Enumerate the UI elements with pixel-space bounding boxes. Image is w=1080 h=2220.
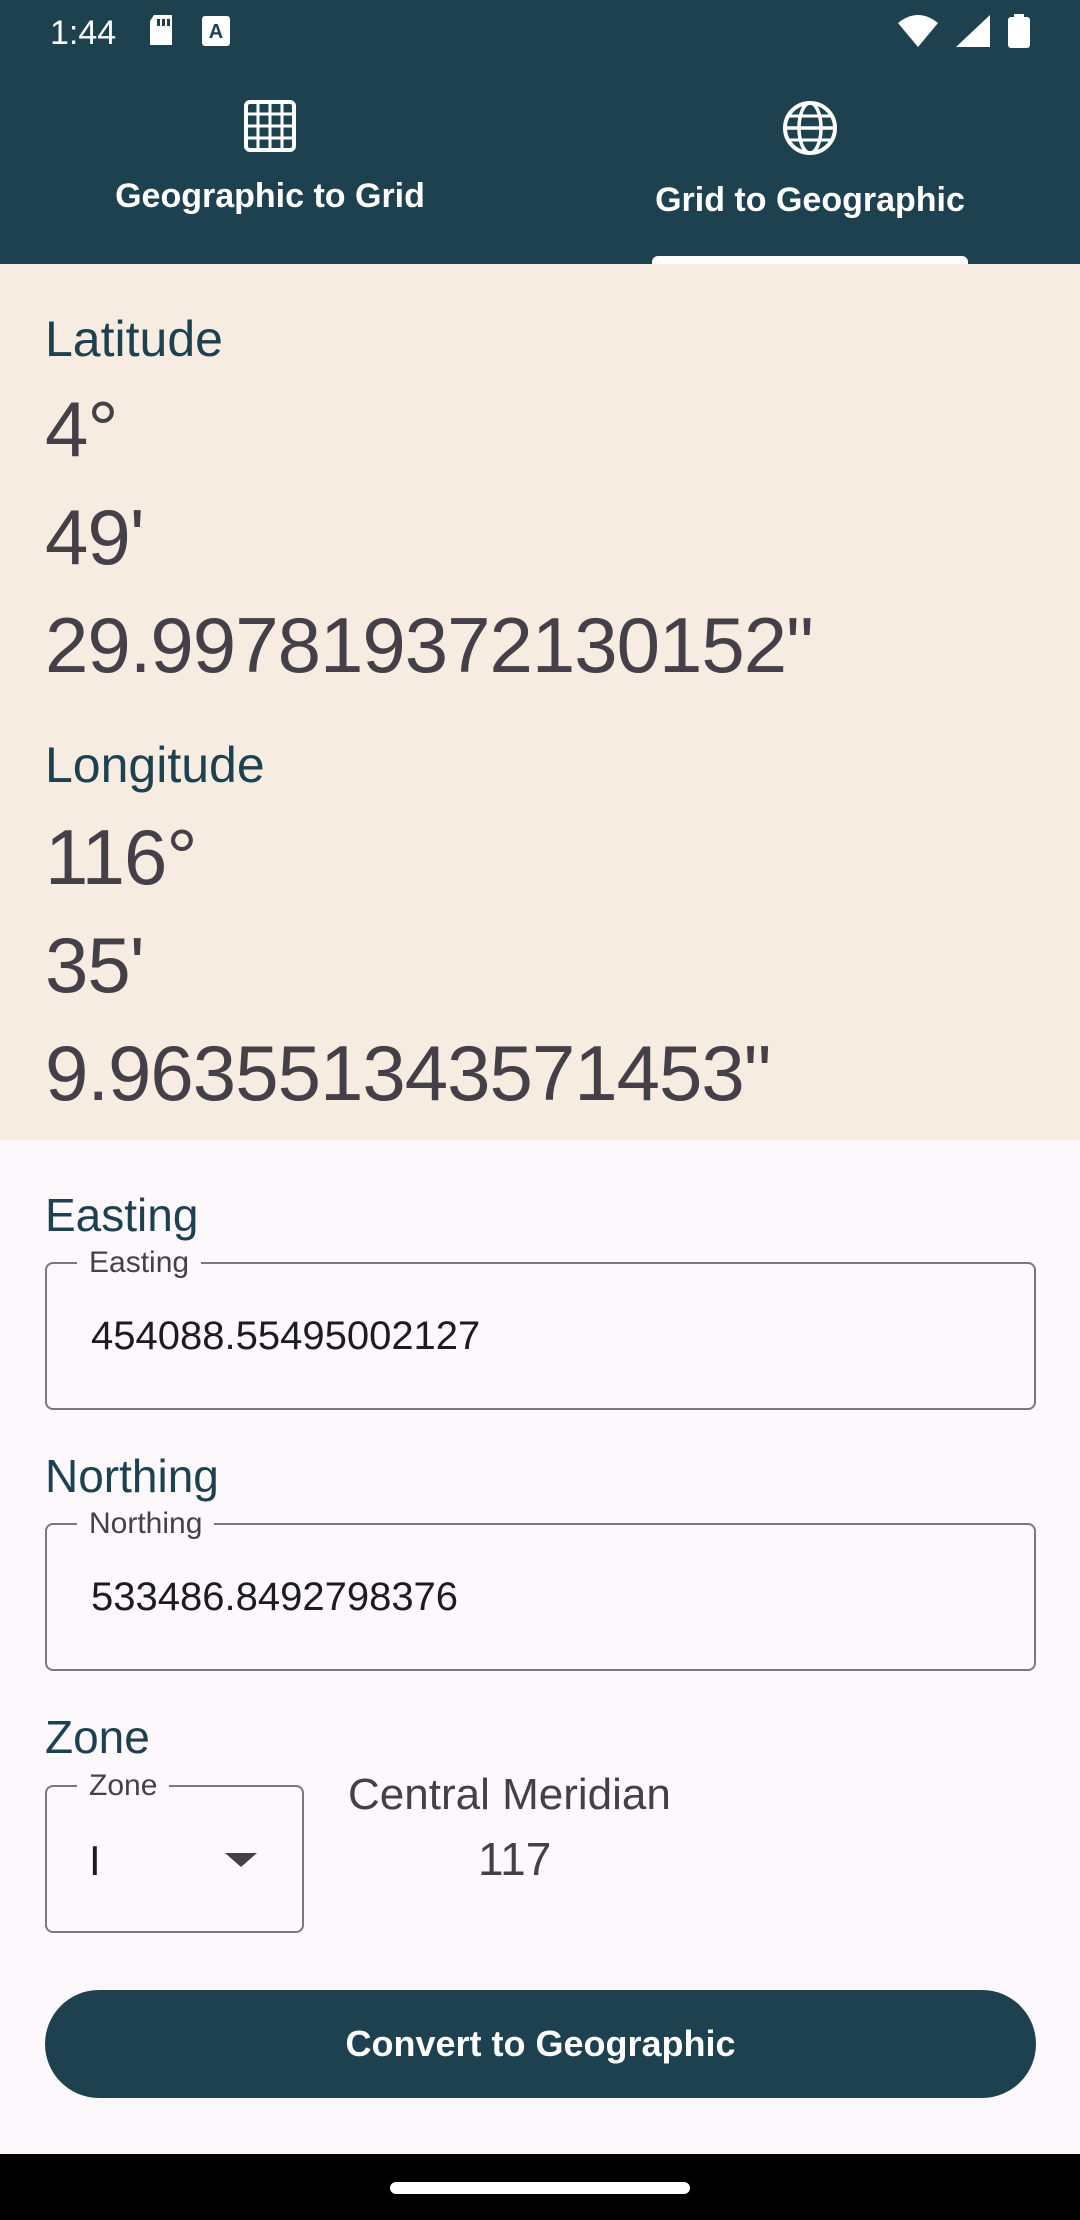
northing-field-label: Northing: [77, 1507, 215, 1541]
latitude-seconds: 29.997819372130152": [45, 601, 814, 689]
central-meridian-label: Central Meridian: [348, 1770, 671, 1819]
selected-tab-indicator: [652, 256, 968, 264]
status-time: 1:44: [50, 13, 117, 52]
dropdown-arrow-icon: [225, 1853, 257, 1867]
zone-field-label: Zone: [77, 1769, 170, 1803]
easting-section-label: Easting: [45, 1189, 199, 1241]
easting-field-label: Easting: [77, 1246, 202, 1280]
zone-dropdown[interactable]: Zone I: [45, 1769, 304, 1933]
text-a-icon: A: [202, 15, 231, 51]
easting-value: 454088.55495002127: [91, 1314, 481, 1358]
northing-value: 533486.8492798376: [91, 1575, 459, 1619]
longitude-minutes: 35': [45, 921, 145, 1009]
tab-label: Geographic to Grid: [115, 177, 425, 215]
easting-field[interactable]: Easting 454088.55495002127: [45, 1246, 1036, 1410]
longitude-seconds: 9.963551343571453": [45, 1029, 771, 1117]
central-meridian-value: 117: [478, 1833, 552, 1885]
longitude-degrees: 116°: [45, 813, 198, 901]
wifi-icon: [898, 14, 938, 52]
globe-icon: [782, 100, 838, 161]
tab-label: Grid to Geographic: [655, 181, 965, 219]
battery-icon: [1008, 13, 1030, 53]
app-bar: 1:44 A Geographic to Grid Grid to Geogra…: [0, 0, 1080, 264]
home-handle[interactable]: [390, 2182, 690, 2194]
latitude-degrees: 4°: [45, 385, 119, 473]
tab-geographic-to-grid[interactable]: Geographic to Grid: [0, 66, 540, 264]
latitude-minutes: 49': [45, 493, 145, 581]
zone-section-label: Zone: [45, 1711, 150, 1763]
tab-grid-to-geographic[interactable]: Grid to Geographic: [540, 66, 1080, 264]
status-bar: 1:44 A: [0, 0, 1080, 66]
zone-value: I: [89, 1837, 101, 1884]
grid-icon: [244, 100, 296, 157]
result-panel: Latitude 4° 49' 29.997819372130152" Long…: [0, 264, 1080, 1140]
convert-to-geographic-button[interactable]: Convert to Geographic: [45, 1990, 1036, 2098]
northing-section-label: Northing: [45, 1450, 219, 1502]
latitude-label: Latitude: [45, 311, 223, 367]
sd-card-icon: [148, 14, 174, 52]
navigation-bar: [0, 2154, 1080, 2220]
cell-signal-icon: [956, 14, 990, 52]
svg-text:A: A: [209, 21, 223, 43]
tab-bar: Geographic to Grid Grid to Geographic: [0, 66, 1080, 264]
longitude-label: Longitude: [45, 737, 265, 793]
northing-field[interactable]: Northing 533486.8492798376: [45, 1507, 1036, 1671]
